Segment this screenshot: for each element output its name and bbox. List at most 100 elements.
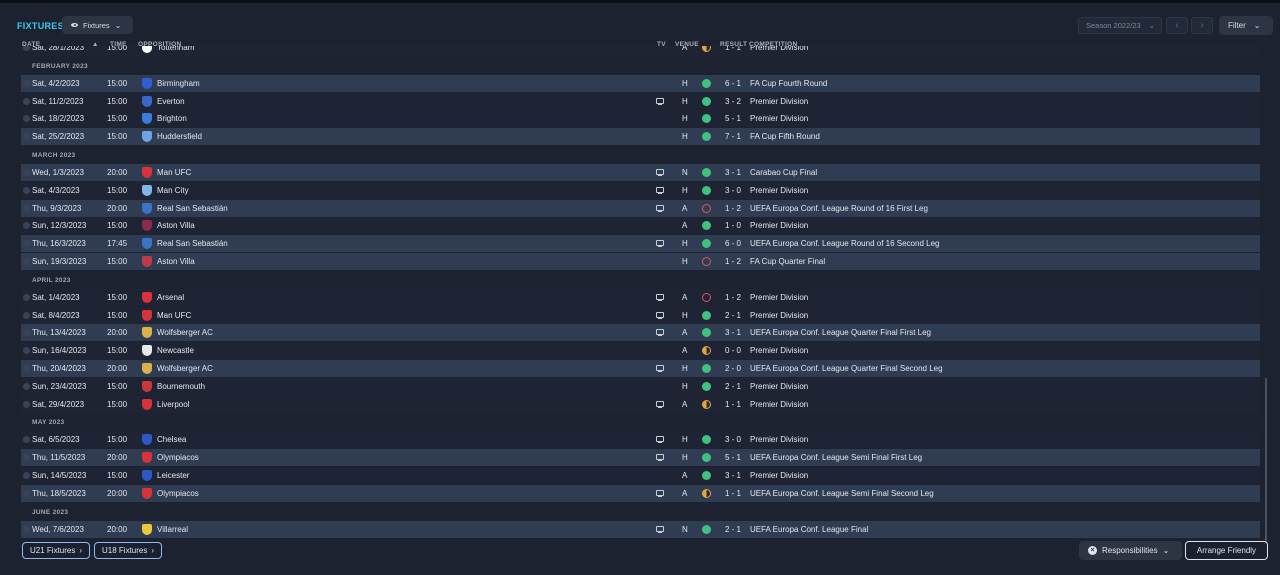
opposition-name[interactable]: Huddersfield [157, 132, 202, 141]
fixture-row[interactable]: Sat, 11/2/2023 15:00 Everton H 3 - 2 Premier … [21, 92, 1260, 110]
competition-name[interactable]: Premier Division [750, 221, 808, 230]
opposition-name[interactable]: Bournemouth [157, 382, 205, 391]
fixture-row[interactable]: Sun, 16/4/2023 15:00 Newcastle A 0 - 0 Premie… [21, 342, 1260, 360]
fixture-row[interactable]: Sat, 6/5/2023 15:00 Chelsea H 3 - 0 Premier D… [21, 431, 1260, 449]
competition-name[interactable]: UEFA Europa Conf. League Final [750, 525, 868, 534]
competition-name[interactable]: Premier Division [750, 400, 808, 409]
row-select-indicator[interactable] [23, 472, 30, 479]
competition-name[interactable]: Premier Division [750, 293, 808, 302]
row-select-indicator[interactable] [23, 525, 30, 533]
opposition-name[interactable]: Newcastle [157, 346, 194, 355]
competition-name[interactable]: UEFA Europa Conf. League Semi Final Firs… [750, 453, 922, 462]
fixture-score[interactable]: 2 - 1 [725, 382, 741, 391]
competition-name[interactable]: UEFA Europa Conf. League Round of 16 Fir… [750, 204, 928, 213]
fixture-row[interactable]: Thu, 9/3/2023 20:00 Real San Sebastián A 1 -… [21, 199, 1260, 217]
competition-name[interactable]: UEFA Europa Conf. League Semi Final Seco… [750, 489, 934, 498]
fixture-score[interactable]: 6 - 1 [725, 79, 741, 88]
competition-name[interactable]: Premier Division [750, 46, 808, 52]
fixture-score[interactable]: 1 - 1 [725, 400, 741, 409]
fixture-row[interactable]: Thu, 16/3/2023 17:45 Real San Sebastián H 6 … [21, 235, 1260, 253]
fixture-score[interactable]: 1 - 2 [725, 293, 741, 302]
fixture-row[interactable]: Thu, 13/4/2023 20:00 Wolfsberger AC A 3 - 1 U… [21, 324, 1260, 342]
opposition-name[interactable]: Olympiacos [157, 453, 199, 462]
next-season-button[interactable]: › [1191, 17, 1213, 34]
row-select-indicator[interactable] [23, 382, 30, 390]
row-select-indicator[interactable] [23, 133, 30, 141]
fixture-score[interactable]: 2 - 1 [725, 525, 741, 534]
fixture-row[interactable]: Sat, 18/2/2023 15:00 Brighton H 5 - 1 Premier… [21, 110, 1260, 128]
fixture-score[interactable]: 1 - 2 [725, 257, 741, 266]
fixture-row[interactable]: Thu, 20/4/2023 20:00 Wolfsberger AC H 2 - 0 U… [21, 360, 1260, 377]
fixture-score[interactable]: 3 - 2 [725, 97, 741, 106]
opposition-name[interactable]: Everton [157, 97, 185, 106]
opposition-name[interactable]: Tottenham [157, 46, 194, 52]
fixture-score[interactable]: 5 - 1 [725, 453, 741, 462]
fixture-score[interactable]: 6 - 0 [725, 239, 741, 248]
opposition-name[interactable]: Leicester [157, 471, 189, 480]
fixture-row[interactable]: Sun, 19/3/2023 15:00 Aston Villa H 1 - 2 FA C… [21, 253, 1260, 270]
row-select-indicator[interactable] [23, 311, 30, 319]
opposition-name[interactable]: Aston Villa [157, 221, 195, 230]
row-select-indicator[interactable] [23, 186, 30, 194]
row-select-indicator[interactable] [23, 454, 30, 462]
competition-name[interactable]: UEFA Europa Conf. League Quarter Final F… [750, 328, 931, 337]
fixture-score[interactable]: 1 - 1 [725, 489, 741, 498]
row-select-indicator[interactable] [23, 115, 30, 123]
row-select-indicator[interactable] [23, 436, 30, 444]
fixture-row[interactable]: Thu, 11/5/2023 20:00 Olympiacos H 5 - 1 UEFA … [21, 449, 1260, 467]
opposition-name[interactable]: Chelsea [157, 435, 186, 444]
competition-name[interactable]: Carabao Cup Final [750, 168, 817, 177]
fixture-score[interactable]: 1 - 1 [725, 46, 741, 52]
scrollbar[interactable] [1265, 378, 1267, 542]
fixture-score[interactable]: 3 - 1 [725, 471, 741, 480]
opposition-name[interactable]: Man UFC [157, 311, 191, 320]
row-select-indicator[interactable] [23, 240, 30, 248]
row-select-indicator[interactable] [23, 169, 30, 176]
row-select-indicator[interactable] [23, 347, 30, 355]
row-select-indicator[interactable] [23, 258, 30, 265]
fixture-score[interactable]: 3 - 1 [725, 168, 741, 177]
fixture-row[interactable]: Sun, 14/5/2023 15:00 Leicester A 3 - 1 Premie… [21, 467, 1260, 484]
fixture-row[interactable]: Wed, 7/6/2023 20:00 Villarreal N 2 - 1 UEFA E… [21, 520, 1260, 538]
competition-name[interactable]: Premier Division [750, 382, 808, 391]
fixture-row[interactable]: Sat, 1/4/2023 15:00 Arsenal A 1 - 2 Premier D… [21, 288, 1260, 306]
competition-name[interactable]: Premier Division [750, 346, 808, 355]
responsibilities-button[interactable]: × Responsibilities ⌄ [1079, 541, 1182, 560]
opposition-name[interactable]: Birmingham [157, 79, 200, 88]
competition-name[interactable]: FA Cup Quarter Final [750, 257, 825, 266]
opposition-name[interactable]: Man City [157, 186, 189, 195]
row-select-indicator[interactable] [23, 222, 30, 230]
opposition-name[interactable]: Brighton [157, 114, 187, 123]
u21-fixtures-button[interactable]: U21 Fixtures › [22, 542, 91, 559]
filter-button[interactable]: Filter ⌄ [1219, 16, 1273, 35]
fixture-score[interactable]: 3 - 0 [725, 186, 741, 195]
fixture-row[interactable]: Sat, 25/2/2023 15:00 Huddersfield H 7 - 1 FA … [21, 128, 1260, 146]
fixture-score[interactable]: 2 - 0 [725, 364, 741, 373]
row-select-indicator[interactable] [23, 400, 30, 408]
fixture-score[interactable]: 3 - 1 [725, 328, 741, 337]
fixture-row[interactable]: Wed, 1/3/2023 20:00 Man UFC N 3 - 1 Carabao C… [21, 164, 1260, 181]
row-select-indicator[interactable] [23, 365, 30, 372]
row-select-indicator[interactable] [23, 97, 30, 105]
competition-name[interactable]: Premier Division [750, 97, 808, 106]
opposition-name[interactable]: Wolfsberger AC [157, 364, 213, 373]
view-dropdown[interactable]: Fixtures ⌄ [62, 16, 133, 34]
competition-name[interactable]: UEFA Europa Conf. League Quarter Final S… [750, 364, 943, 373]
opposition-name[interactable]: Real San Sebastián [157, 204, 228, 213]
fixture-score[interactable]: 2 - 1 [725, 311, 741, 320]
opposition-name[interactable]: Liverpool [157, 400, 189, 409]
row-select-indicator[interactable] [23, 329, 30, 337]
fixture-score[interactable]: 5 - 1 [725, 114, 741, 123]
row-select-indicator[interactable] [23, 293, 30, 301]
fixture-score[interactable]: 0 - 0 [725, 346, 741, 355]
fixture-row[interactable]: Sat, 4/3/2023 15:00 Man City H 3 - 0 Premier … [21, 181, 1260, 199]
competition-name[interactable]: Premier Division [750, 114, 808, 123]
fixture-score[interactable]: 1 - 2 [725, 204, 741, 213]
competition-name[interactable]: FA Cup Fourth Round [750, 79, 827, 88]
opposition-name[interactable]: Olympiacos [157, 489, 199, 498]
fixture-score[interactable]: 7 - 1 [725, 132, 741, 141]
row-select-indicator[interactable] [23, 489, 30, 497]
row-select-indicator[interactable] [23, 204, 30, 212]
previous-season-button[interactable]: ‹ [1166, 17, 1188, 34]
competition-name[interactable]: Premier Division [750, 311, 808, 320]
